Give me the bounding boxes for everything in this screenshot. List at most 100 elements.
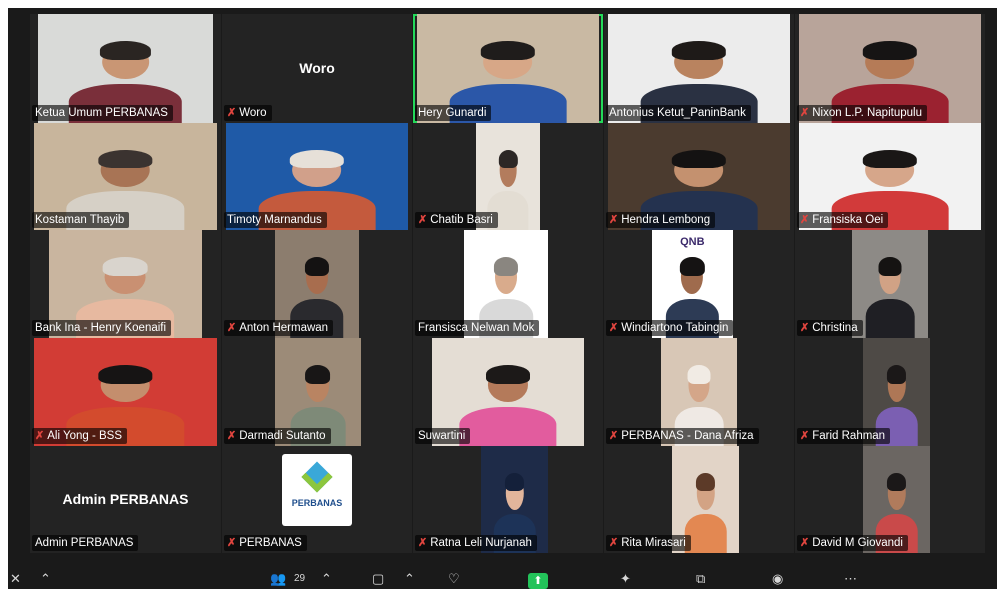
share-screen-icon[interactable]: ⬆: [528, 573, 548, 589]
participant-nameplate: Timoty Marnandus: [224, 212, 327, 228]
participant-name: Christina: [812, 322, 858, 334]
participant-nameplate: ✗ PERBANAS - Dana Afriza: [606, 428, 759, 444]
participant-tile[interactable]: Kostaman Thayib: [30, 123, 221, 230]
participant-tile[interactable]: ✗ Hendra Lembong: [604, 123, 794, 230]
mute-icon[interactable]: ✕: [10, 571, 21, 587]
participant-tile[interactable]: Admin PERBANAS Admin PERBANAS: [30, 446, 221, 553]
mic-muted-icon: ✗: [800, 322, 810, 334]
participants-count: 29: [294, 573, 306, 584]
participant-nameplate: ✗ Christina: [797, 320, 863, 336]
mic-muted-icon: ✗: [609, 430, 619, 442]
mic-muted-icon: ✗: [800, 430, 810, 442]
participant-name: David M Giovandi: [812, 537, 903, 549]
perbanas-logo: PERBANAS: [282, 454, 352, 526]
record-icon[interactable]: ◉: [772, 571, 783, 587]
participant-display-name: Admin PERBANAS: [62, 490, 189, 507]
participant-name: Hery Gunardi: [418, 107, 487, 119]
mic-muted-icon: ✗: [800, 107, 810, 119]
participant-nameplate: ✗ Farid Rahman: [797, 428, 891, 444]
participant-tile[interactable]: ✗ PERBANAS - Dana Afriza: [604, 338, 794, 446]
participant-nameplate: ✗ Anton Hermawan: [224, 320, 334, 336]
participant-name: PERBANAS - Dana Afriza: [621, 430, 754, 442]
participant-tile[interactable]: Ketua Umum PERBANAS: [30, 14, 221, 123]
participant-tile[interactable]: ✗ Christina: [795, 230, 985, 338]
mic-muted-icon: ✗: [35, 430, 45, 442]
participant-display-name: Woro: [299, 59, 335, 76]
participant-nameplate: ✗ David M Giovandi: [797, 535, 908, 551]
participant-name: PERBANAS: [239, 537, 302, 549]
participant-tile[interactable]: ✗ Rita Mirasari: [604, 446, 794, 553]
participant-name: Timoty Marnandus: [227, 214, 322, 226]
participant-name: Rita Mirasari: [621, 537, 686, 549]
participant-nameplate: Fransisca Nelwan Mok: [415, 320, 540, 336]
reactions-icon[interactable]: ♡: [448, 571, 460, 587]
chevron-up-icon[interactable]: ⌃: [40, 571, 51, 587]
participant-nameplate: ✗ Ali Yong - BSS: [32, 428, 128, 444]
participant-name: Antonius Ketut_PaninBank: [609, 107, 746, 119]
participant-nameplate: ✗ Nixon L.P. Napitupulu: [797, 105, 927, 121]
whiteboard-icon[interactable]: ⧉: [696, 571, 705, 587]
participant-tile[interactable]: PERBANAS ✗ PERBANAS: [222, 446, 412, 553]
participant-name: Suwartini: [418, 430, 466, 442]
participant-nameplate: Kostaman Thayib: [32, 212, 130, 228]
participant-name: Ali Yong - BSS: [47, 430, 123, 442]
participant-name: Anton Hermawan: [239, 322, 329, 334]
participant-name: Chatib Basri: [430, 214, 493, 226]
participant-nameplate: ✗ Darmadi Sutanto: [224, 428, 331, 444]
participant-avatar: [459, 365, 557, 446]
participant-nameplate: ✗ Windiartono Tabingin: [606, 320, 734, 336]
participant-tile[interactable]: ✗ Nixon L.P. Napitupulu: [795, 14, 985, 123]
participant-name: Fransiska Oei: [812, 214, 884, 226]
participant-tile[interactable]: Bank Ina - Henry Koenaifi: [30, 230, 221, 338]
participant-name: Admin PERBANAS: [35, 537, 134, 549]
mic-muted-icon: ✗: [800, 537, 810, 549]
apps-icon[interactable]: ✦: [620, 571, 631, 587]
participants-icon[interactable]: 👥: [270, 571, 286, 587]
participant-name: Kostaman Thayib: [35, 214, 125, 226]
participant-tile[interactable]: ✗ Darmadi Sutanto: [222, 338, 412, 446]
mic-muted-icon: ✗: [227, 322, 237, 334]
participant-name: Nixon L.P. Napitupulu: [812, 107, 922, 119]
participant-tile[interactable]: ✗ Anton Hermawan: [222, 230, 412, 338]
participant-nameplate: Bank Ina - Henry Koenaifi: [32, 320, 172, 336]
mic-muted-icon: ✗: [609, 214, 619, 226]
participant-nameplate: Admin PERBANAS: [32, 535, 139, 551]
participant-nameplate: ✗ PERBANAS: [224, 535, 307, 551]
participant-nameplate: Hery Gunardi: [415, 105, 492, 121]
participant-tile[interactable]: ✗ Farid Rahman: [795, 338, 985, 446]
participant-tile[interactable]: Fransisca Nelwan Mok: [413, 230, 603, 338]
more-icon[interactable]: ⋯: [844, 571, 857, 587]
meeting-toolbar: ✕ ⌃ 👥 29 ⌃ ▢ ⌃ ♡ ⬆ ✦ ⧉ ◉ ⋯: [8, 571, 997, 589]
participant-nameplate: ✗ Chatib Basri: [415, 212, 498, 228]
participant-tile[interactable]: ✗ Ali Yong - BSS: [30, 338, 221, 446]
participant-name: Darmadi Sutanto: [239, 430, 326, 442]
participant-tile[interactable]: QNB ✗ Windiartono Tabingin: [604, 230, 794, 338]
participant-tile[interactable]: Hery Gunardi: [413, 14, 603, 123]
mic-muted-icon: ✗: [227, 107, 237, 119]
participant-nameplate: Suwartini: [415, 428, 471, 444]
participant-name: Ketua Umum PERBANAS: [35, 107, 168, 119]
participant-tile[interactable]: Woro ✗ Woro: [222, 14, 412, 123]
participant-name: Bank Ina - Henry Koenaifi: [35, 322, 167, 334]
participant-tile[interactable]: ✗ Fransiska Oei: [795, 123, 985, 230]
mic-muted-icon: ✗: [609, 537, 619, 549]
participant-tile[interactable]: Timoty Marnandus: [222, 123, 412, 230]
mic-muted-icon: ✗: [800, 214, 810, 226]
participant-tile[interactable]: ✗ Ratna Leli Nurjanah: [413, 446, 603, 553]
participant-nameplate: ✗ Fransiska Oei: [797, 212, 889, 228]
participant-tile[interactable]: ✗ David M Giovandi: [795, 446, 985, 553]
mic-muted-icon: ✗: [418, 214, 428, 226]
participant-video: [852, 230, 928, 338]
chat-icon[interactable]: ▢: [372, 571, 384, 587]
participant-tile[interactable]: Antonius Ketut_PaninBank: [604, 14, 794, 123]
chevron-up-icon[interactable]: ⌃: [404, 571, 415, 587]
chevron-up-icon[interactable]: ⌃: [321, 571, 332, 587]
participant-name: Windiartono Tabingin: [621, 322, 729, 334]
mic-muted-icon: ✗: [418, 537, 428, 549]
participant-avatar: [865, 257, 915, 338]
participant-name: Fransisca Nelwan Mok: [418, 322, 535, 334]
participant-tile[interactable]: Suwartini: [413, 338, 603, 446]
participant-nameplate: ✗ Rita Mirasari: [606, 535, 691, 551]
participant-nameplate: ✗ Woro: [224, 105, 272, 121]
participant-tile[interactable]: ✗ Chatib Basri: [413, 123, 603, 230]
